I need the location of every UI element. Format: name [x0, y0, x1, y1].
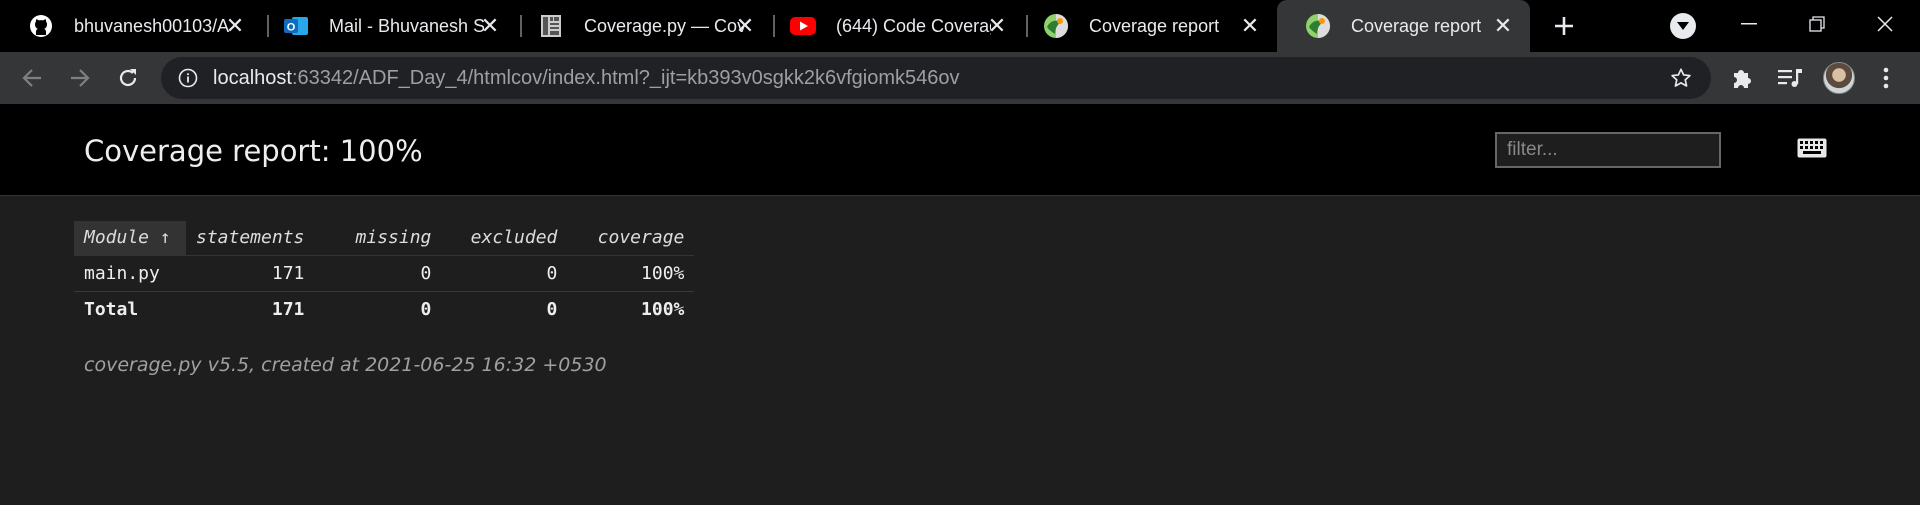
plus-icon: [1555, 17, 1573, 35]
close-icon[interactable]: ✕: [477, 13, 503, 39]
total-label: Total: [84, 298, 139, 320]
browser-toolbar: localhost:63342/ADF_Day_4/htmlcov/index.…: [0, 52, 1920, 104]
keyboard-icon[interactable]: [1797, 138, 1827, 158]
address-bar[interactable]: localhost:63342/ADF_Day_4/htmlcov/index.…: [161, 57, 1711, 99]
close-icon: [1877, 16, 1893, 32]
url-path: :63342/ADF_Day_4/htmlcov/index.html?_ijt…: [291, 66, 960, 89]
new-tab-button[interactable]: [1548, 10, 1580, 42]
tab-title: (644) Code Coverag: [836, 15, 991, 36]
column-header-coverage[interactable]: coverage: [567, 221, 695, 256]
coverage-table: Module ↑ statements missing excluded cov…: [74, 221, 695, 327]
coverage-cell: 100%: [641, 298, 685, 320]
playlist-music-icon: [1778, 69, 1802, 87]
minimize-button[interactable]: [1729, 6, 1769, 42]
restore-icon: [1809, 16, 1825, 32]
column-header-excluded[interactable]: excluded: [441, 221, 568, 256]
minimize-icon: [1741, 23, 1757, 25]
github-icon: [28, 13, 54, 39]
tab-title: Coverage report: [1089, 15, 1220, 36]
arrow-right-icon: [71, 69, 90, 87]
close-icon[interactable]: ✕: [732, 13, 758, 39]
url-text: localhost:63342/ADF_Day_4/htmlcov/index.…: [213, 67, 960, 90]
book-icon: [538, 13, 564, 39]
tab-search-button[interactable]: [1670, 13, 1696, 39]
table-header-row: Module ↑ statements missing excluded cov…: [74, 221, 695, 256]
tab-github[interactable]: bhuvanesh00103/A ✕: [0, 0, 262, 52]
column-header-missing[interactable]: missing: [314, 221, 442, 256]
tab-coverage-docs[interactable]: Coverage.py — Cov ✕: [510, 0, 772, 52]
filter-input[interactable]: [1495, 132, 1721, 168]
more-vertical-icon: [1883, 67, 1889, 89]
tab-title: bhuvanesh00103/A: [74, 15, 230, 36]
excluded-cell: 0: [546, 298, 558, 320]
restore-button[interactable]: [1797, 6, 1837, 42]
arrow-left-icon: [22, 69, 41, 87]
outlook-icon: O: [283, 13, 309, 39]
tab-youtube[interactable]: (644) Code Coverag ✕: [762, 0, 1024, 52]
column-header-module[interactable]: Module ↑: [74, 221, 186, 256]
tab-title: Coverage report: [1351, 15, 1482, 36]
close-icon[interactable]: ✕: [1237, 13, 1263, 39]
info-icon[interactable]: [177, 67, 199, 89]
coverage-page: Coverage report: 100% Module ↑ statement…: [0, 104, 1920, 505]
extensions-button[interactable]: [1726, 62, 1758, 94]
tab-title: Coverage.py — Cov: [584, 15, 744, 36]
media-control-button[interactable]: [1774, 62, 1806, 94]
page-title: Coverage report: 100%: [84, 134, 423, 168]
puzzle-icon: [1734, 70, 1751, 88]
profile-avatar[interactable]: [1823, 62, 1855, 94]
column-header-statements[interactable]: statements: [186, 221, 315, 256]
url-host: localhost: [213, 66, 292, 89]
total-row: Total 171 0 0 100%: [74, 291, 694, 327]
menu-button[interactable]: [1870, 62, 1902, 94]
missing-cell: 0: [420, 298, 432, 320]
bookmark-star-icon[interactable]: [1669, 66, 1693, 90]
tab-strip: bhuvanesh00103/A ✕ O Mail - Bhuvanesh S …: [0, 0, 1920, 52]
close-icon[interactable]: ✕: [1490, 13, 1516, 39]
missing-cell: 0: [314, 255, 442, 292]
svg-text:O: O: [287, 22, 296, 34]
tab-coverage-report-active[interactable]: Coverage report ✕: [1277, 0, 1530, 52]
tab-title: Mail - Bhuvanesh S: [329, 15, 484, 36]
module-link[interactable]: main.py: [74, 255, 186, 292]
close-icon[interactable]: ✕: [984, 13, 1010, 39]
tab-mail[interactable]: O Mail - Bhuvanesh S ✕: [255, 0, 517, 52]
close-icon[interactable]: ✕: [222, 13, 248, 39]
report-header: Coverage report: 100%: [0, 104, 1920, 196]
tab-coverage-report[interactable]: Coverage report ✕: [1015, 0, 1277, 52]
coverage-icon: [1305, 13, 1331, 39]
reload-icon: [119, 69, 137, 87]
chevron-down-icon: [1677, 22, 1689, 30]
excluded-cell: 0: [441, 255, 568, 292]
close-window-button[interactable]: [1865, 6, 1905, 42]
coverage-icon: [1043, 13, 1069, 39]
forward-button[interactable]: [64, 62, 96, 94]
youtube-icon: [790, 13, 816, 39]
statements-cell: 171: [186, 255, 315, 292]
footer-text: coverage.py v5.5, created at 2021-06-25 …: [84, 354, 607, 376]
statements-cell: 171: [271, 298, 305, 320]
coverage-cell: 100%: [567, 255, 695, 292]
back-button[interactable]: [16, 62, 48, 94]
table-row: main.py 171 0 0 100%: [74, 255, 695, 292]
reload-button[interactable]: [112, 62, 144, 94]
